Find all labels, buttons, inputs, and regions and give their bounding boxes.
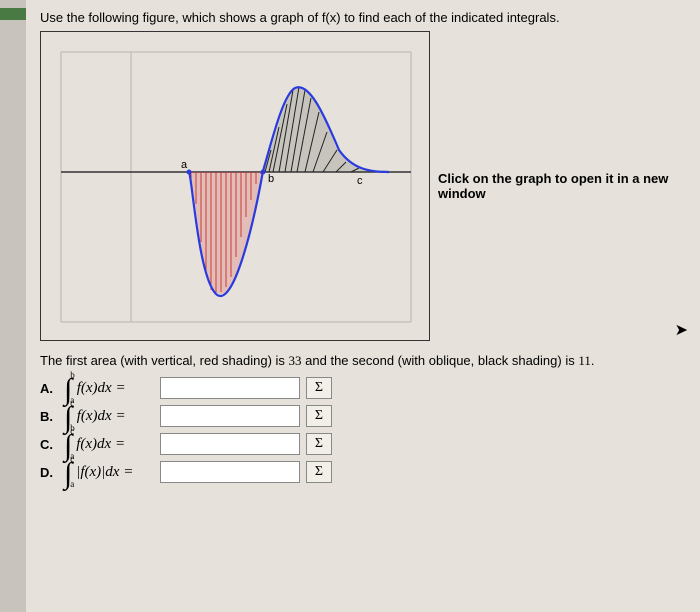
area-p2: and the second (with oblique, black shad… <box>302 353 579 368</box>
integral-c: ∫ c a f(x)dx = <box>64 435 154 453</box>
point-b <box>261 170 266 175</box>
sigma-icon: Σ <box>315 436 323 452</box>
upper-a: b <box>70 371 75 380</box>
page-content: Use the following figure, which shows a … <box>26 0 700 612</box>
sigma-icon: Σ <box>315 408 323 424</box>
integral-b: ∫ c b f(x)dx = <box>64 407 154 425</box>
integral-a: ∫ b a f(x)dx = <box>64 379 154 397</box>
answer-input-b[interactable] <box>160 405 300 427</box>
sidebar-marker <box>0 8 26 20</box>
point-a <box>187 170 192 175</box>
upper-b: c <box>70 399 75 408</box>
question-b-row: B. ∫ c b f(x)dx = Σ <box>40 405 686 427</box>
graph-svg: a b c <box>41 32 431 342</box>
area-p3: . <box>591 353 595 368</box>
cursor-icon: ➤ <box>675 320 688 340</box>
sigma-button-d[interactable]: Σ <box>306 461 332 483</box>
integrand-c: f(x)dx = <box>76 436 125 453</box>
sigma-button-b[interactable]: Σ <box>306 405 332 427</box>
question-prompt: Use the following figure, which shows a … <box>40 10 686 25</box>
question-c-row: C. ∫ c a f(x)dx = Σ <box>40 433 686 455</box>
label-b-q: B. <box>40 409 58 424</box>
sigma-button-a[interactable]: Σ <box>306 377 332 399</box>
question-d-row: D. ∫ c a |f(x)|dx = Σ <box>40 461 686 483</box>
integrand-b: f(x)dx = <box>77 408 126 425</box>
question-a-row: A. ∫ b a f(x)dx = Σ <box>40 377 686 399</box>
figure-row: a b c Click on the graph to open it in a… <box>40 31 686 341</box>
black-shaded-region <box>263 87 386 172</box>
area-description: The first area (with vertical, red shadi… <box>40 353 686 369</box>
label-c-q: C. <box>40 437 58 452</box>
answer-input-d[interactable] <box>160 461 300 483</box>
label-c: c <box>357 175 363 187</box>
sigma-button-c[interactable]: Σ <box>306 433 332 455</box>
area-v1: 33 <box>289 353 302 368</box>
label-a: a <box>181 159 188 171</box>
area-p1: The first area (with vertical, red shadi… <box>40 353 289 368</box>
integrand-d: |f(x)|dx = <box>76 464 133 481</box>
integral-d: ∫ c a |f(x)|dx = <box>64 463 154 481</box>
sigma-icon: Σ <box>315 380 323 396</box>
area-v2: 11 <box>578 353 591 368</box>
red-shaded-region <box>189 172 263 294</box>
label-d-q: D. <box>40 465 58 480</box>
sigma-icon: Σ <box>315 464 323 480</box>
lower-d: a <box>70 480 74 489</box>
integrand-a: f(x)dx = <box>77 380 126 397</box>
answer-input-a[interactable] <box>160 377 300 399</box>
graph-figure[interactable]: a b c <box>40 31 430 341</box>
prompt-text: Use the following figure, which shows a … <box>40 10 560 25</box>
label-b: b <box>268 173 274 185</box>
answer-input-c[interactable] <box>160 433 300 455</box>
upper-d: c <box>70 455 74 464</box>
upper-c: c <box>70 427 74 436</box>
graph-caption[interactable]: Click on the graph to open it in a new w… <box>438 171 686 201</box>
label-a-q: A. <box>40 381 58 396</box>
